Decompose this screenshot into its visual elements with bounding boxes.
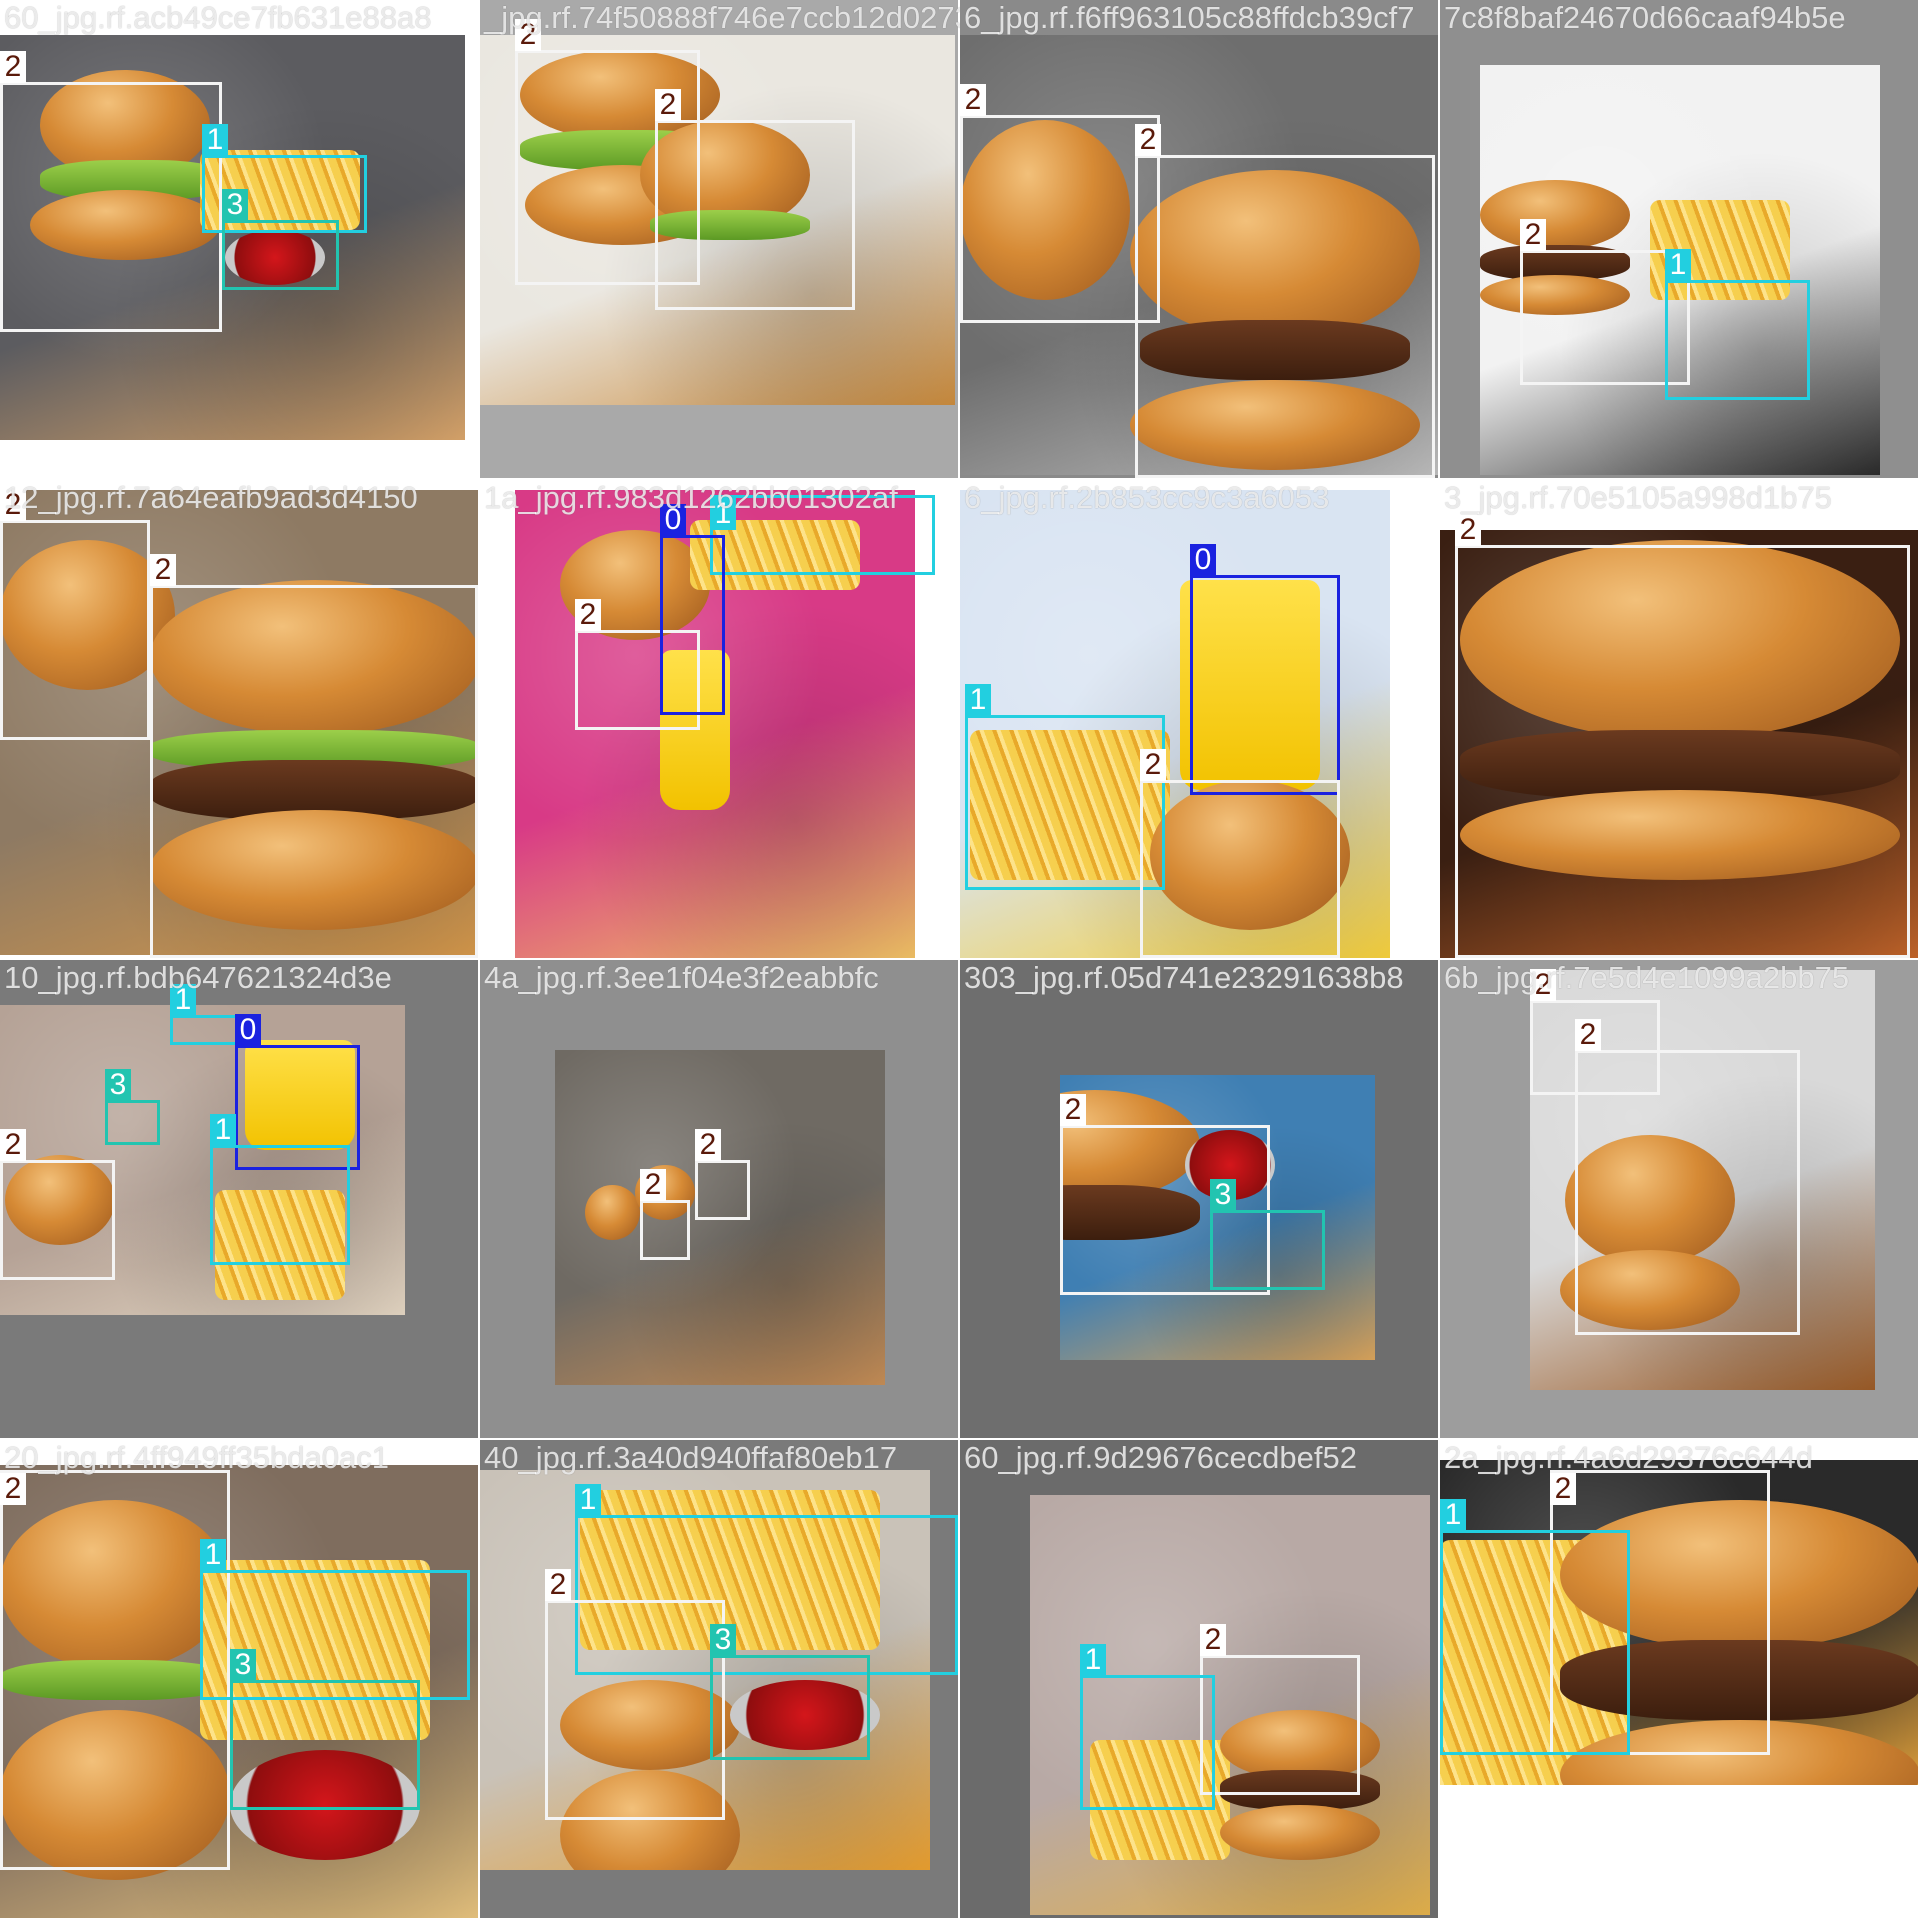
tile-filename: 3_jpg.rf.70e5105a998d1b75 <box>1444 480 1832 515</box>
tile-filename: 6_jpg.rf.2b853cc9c3a6053 <box>964 480 1330 515</box>
detection-box: 2 <box>0 51 222 332</box>
detection-box: 2 <box>0 1129 115 1280</box>
mosaic-tile: _jpg.rf.74f50888f746e7ccb12d0273 2 2 <box>480 0 960 480</box>
mosaic-tile: 6_jpg.rf.f6ff963105c88ffdcb39cf7 2 2 <box>960 0 1440 480</box>
detection-box: 2 <box>655 89 855 310</box>
class-label: 3 <box>230 1649 256 1681</box>
detection-box: 0 <box>660 504 725 715</box>
detection-box: 2 <box>1200 1624 1360 1795</box>
class-label: 2 <box>1135 124 1161 156</box>
detection-box: 1 <box>1665 249 1810 400</box>
detection-box: 2 <box>0 489 150 740</box>
mosaic-tile: 60_jpg.rf.acb49ce7fb631e88a8 2 1 3 <box>0 0 480 480</box>
tile-filename: 20_jpg.rf.4ff949ff35bda0ac1 <box>4 1440 389 1475</box>
class-label: 2 <box>1550 1473 1576 1505</box>
detection-box: 3 <box>710 1624 870 1760</box>
class-label: 2 <box>1140 749 1166 781</box>
tile-filename: 40_jpg.rf.3a40d940ffaf80eb17 <box>484 1440 898 1475</box>
mosaic-tile: 303_jpg.rf.05d741e23291638b8 2 3 <box>960 960 1440 1440</box>
class-label: 1 <box>965 684 991 716</box>
tile-filename: 10_jpg.rf.bdb647621324d3e <box>4 960 392 995</box>
tile-filename: 4a_jpg.rf.3ee1f04e3f2eabbfc <box>484 960 879 995</box>
class-label: 1 <box>1440 1499 1466 1531</box>
bun-shape <box>1220 1805 1380 1860</box>
class-label: 2 <box>695 1129 721 1161</box>
class-label: 3 <box>222 189 248 221</box>
class-label: 3 <box>1210 1179 1236 1211</box>
detection-box: 2 <box>150 554 478 958</box>
class-label: 2 <box>960 84 986 116</box>
class-label: 2 <box>0 1129 26 1161</box>
mosaic-tile: 3_jpg.rf.70e5105a998d1b75 2 <box>1440 480 1920 960</box>
mosaic-tile: 60_jpg.rf.9d29676cecdbef52 2 1 <box>960 1440 1440 1920</box>
detection-box: 2 <box>695 1129 750 1220</box>
mosaic-tile: 1a_jpg.rf.983d1262bb01302af 2 1 0 <box>480 480 960 960</box>
class-label: 1 <box>575 1484 601 1516</box>
detection-box: 2 <box>1575 1019 1800 1335</box>
class-label: 2 <box>575 599 601 631</box>
class-label: 2 <box>1520 219 1546 251</box>
class-label: 0 <box>235 1014 261 1046</box>
mosaic-tile: 40_jpg.rf.3a40d940ffaf80eb17 1 2 3 <box>480 1440 960 1920</box>
detection-box: 1 <box>210 1114 350 1265</box>
class-label: 2 <box>150 554 176 586</box>
tile-filename: 303_jpg.rf.05d741e23291638b8 <box>964 960 1404 995</box>
tile-filename: 60_jpg.rf.9d29676cecdbef52 <box>964 1440 1357 1475</box>
detection-box: 3 <box>1210 1179 1325 1290</box>
class-label: 1 <box>1080 1644 1106 1676</box>
detection-box: 3 <box>222 189 339 290</box>
tile-filename: 6b_jpg.rf.7e5d4e1099a2bb75 <box>1444 960 1850 995</box>
class-label: 0 <box>1190 544 1216 576</box>
tile-filename: _jpg.rf.74f50888f746e7ccb12d0273 <box>484 0 960 35</box>
mosaic-tile: 6_jpg.rf.2b853cc9c3a6053 0 1 2 <box>960 480 1440 960</box>
mosaic-tile: 2a_jpg.rf.4a6d29376c644d 2 1 <box>1440 1440 1920 1920</box>
mosaic-tile: 20_jpg.rf.4ff949ff35bda0ac1 2 1 3 <box>0 1440 480 1920</box>
detection-box: 0 <box>1190 544 1340 795</box>
class-label: 1 <box>200 1539 226 1571</box>
class-label: 2 <box>655 89 681 121</box>
tile-filename: 60_jpg.rf.acb49ce7fb631e88a8 <box>4 0 432 35</box>
class-label: 2 <box>0 51 26 83</box>
class-label: 2 <box>1455 514 1481 546</box>
detection-box: 3 <box>105 1069 160 1145</box>
detection-box: 1 <box>965 684 1165 890</box>
mosaic-tile: 7c8f8baf24670d66caaf94b5e 2 1 <box>1440 0 1920 480</box>
detection-box: 2 <box>545 1569 725 1820</box>
detection-box: 2 <box>960 84 1160 323</box>
class-label: 2 <box>545 1569 571 1601</box>
class-label: 2 <box>0 1473 26 1505</box>
detection-box: 2 <box>1135 124 1435 478</box>
class-label: 3 <box>710 1624 736 1656</box>
class-label: 1 <box>202 124 228 156</box>
class-label: 2 <box>1060 1094 1086 1126</box>
mosaic-tile: 6b_jpg.rf.7e5d4e1099a2bb75 2 2 <box>1440 960 1920 1440</box>
class-label: 2 <box>1575 1019 1601 1051</box>
detection-box: 1 <box>1080 1644 1215 1810</box>
class-label: 3 <box>105 1069 131 1101</box>
tile-filename: 12_jpg.rf.7a64eafb9ad3d4150 <box>4 480 418 515</box>
class-label: 2 <box>1200 1624 1226 1656</box>
class-label: 2 <box>640 1169 666 1201</box>
mosaic-tile: 4a_jpg.rf.3ee1f04e3f2eabbfc 2 2 <box>480 960 960 1440</box>
detection-box: 2 <box>1455 514 1910 958</box>
tile-filename: 2a_jpg.rf.4a6d29376c644d <box>1444 1440 1813 1475</box>
detection-box: 2 <box>1140 749 1340 958</box>
class-label: 1 <box>1665 249 1691 281</box>
class-label: 1 <box>210 1114 236 1146</box>
tile-filename: 6_jpg.rf.f6ff963105c88ffdcb39cf7 <box>964 0 1415 35</box>
detection-box: 2 <box>0 1470 230 1870</box>
detection-box: 1 <box>1440 1499 1630 1755</box>
mosaic-tile: 12_jpg.rf.7a64eafb9ad3d4150 2 2 <box>0 480 480 960</box>
detection-mosaic: 60_jpg.rf.acb49ce7fb631e88a8 2 1 3 _jpg.rf.7… <box>0 0 1920 1920</box>
mosaic-tile: 10_jpg.rf.bdb647621324d3e 1 0 3 2 1 <box>0 960 480 1440</box>
bun-shape <box>1480 180 1630 250</box>
bun-shape <box>585 1185 640 1240</box>
tile-filename: 7c8f8baf24670d66caaf94b5e <box>1444 0 1846 35</box>
tile-filename: 1a_jpg.rf.983d1262bb01302af <box>484 480 898 515</box>
detection-box: 2 <box>640 1169 690 1260</box>
detection-box: 3 <box>230 1649 420 1810</box>
